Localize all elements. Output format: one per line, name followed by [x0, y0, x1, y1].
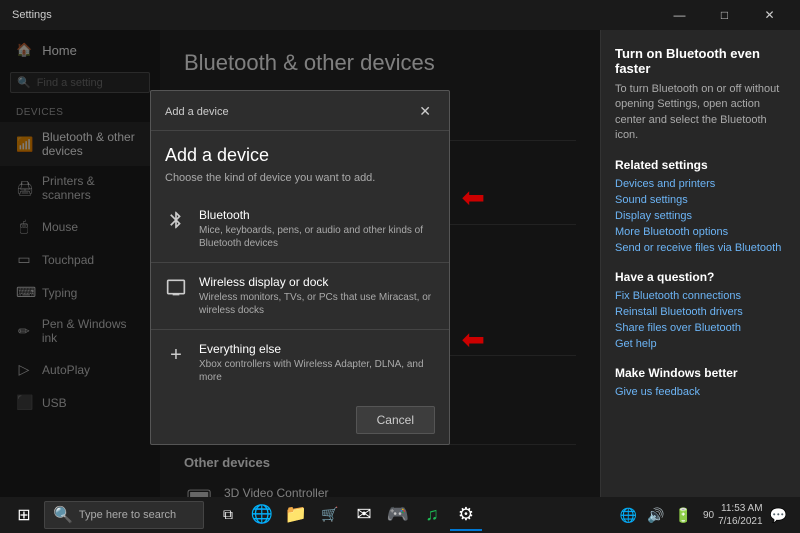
taskbar-battery-icon[interactable]: 🔋 [672, 507, 695, 524]
link-give-feedback[interactable]: Give us feedback [615, 386, 786, 398]
modal-option-wireless-title: Wireless display or dock [199, 275, 435, 289]
taskbar-app-edge[interactable]: 🌐 [246, 499, 278, 531]
maximize-button[interactable]: □ [702, 0, 747, 30]
taskbar-app-explorer[interactable]: 📁 [280, 499, 312, 531]
taskbar-volume-pct: 90 [703, 510, 714, 521]
related-settings-title: Related settings [615, 158, 786, 172]
right-panel: Turn on Bluetooth even faster To turn Bl… [600, 30, 800, 533]
taskbar-volume-icon[interactable]: 🔊 [644, 507, 667, 524]
modal-option-everything-title: Everything else [199, 342, 435, 356]
modal-option-wireless-desc: Wireless monitors, TVs, or PCs that use … [199, 291, 435, 317]
link-display-settings[interactable]: Display settings [615, 210, 786, 222]
right-panel-heading: Turn on Bluetooth even faster [615, 46, 786, 76]
taskbar-app-settings[interactable]: ⚙ [450, 499, 482, 531]
taskbar-search-icon: 🔍 [53, 505, 73, 525]
link-sound-settings[interactable]: Sound settings [615, 194, 786, 206]
start-button[interactable]: ⊞ [4, 497, 44, 533]
modal-header: Add a device ✕ [151, 91, 449, 131]
modal-title: Add a device [151, 131, 449, 172]
taskbar-app-spotify[interactable]: ♫ [416, 499, 448, 531]
taskbar-system-icons: 🌐 🔊 🔋 90 11:53 AM 7/16/2021 💬 [617, 502, 796, 528]
add-device-modal: Add a device ✕ Add a device Choose the k… [150, 90, 450, 445]
link-reinstall-drivers[interactable]: Reinstall Bluetooth drivers [615, 306, 786, 318]
bluetooth-option-icon [165, 210, 187, 235]
link-get-help[interactable]: Get help [615, 338, 786, 350]
minimize-button[interactable]: — [657, 0, 702, 30]
modal-option-bluetooth[interactable]: Bluetooth Mice, keyboards, pens, or audi… [151, 196, 449, 262]
modal-footer: Cancel [151, 396, 449, 444]
modal-option-everything-texts: Everything else Xbox controllers with Wi… [199, 342, 435, 384]
taskbar-clock[interactable]: 11:53 AM 7/16/2021 [718, 502, 763, 528]
right-panel-desc: To turn Bluetooth on or off without open… [615, 82, 786, 144]
taskbar-app-taskview[interactable]: ⧉ [212, 499, 244, 531]
link-more-bluetooth[interactable]: More Bluetooth options [615, 226, 786, 238]
taskbar-time-display: 11:53 AM [718, 502, 763, 515]
modal-header-text: Add a device [165, 106, 229, 118]
taskbar-notification-icon[interactable]: 💬 [767, 507, 790, 524]
title-bar: Settings — □ ✕ [0, 0, 800, 30]
link-fix-bluetooth[interactable]: Fix Bluetooth connections [615, 290, 786, 302]
cancel-button[interactable]: Cancel [356, 406, 435, 434]
taskbar-apps: ⧉ 🌐 📁 🛒 ✉ 🎮 ♫ ⚙ [212, 499, 482, 531]
modal-overlay: Add a device ✕ Add a device Choose the k… [0, 30, 600, 497]
modal-option-wireless-texts: Wireless display or dock Wireless monito… [199, 275, 435, 317]
modal-option-everything-desc: Xbox controllers with Wireless Adapter, … [199, 358, 435, 384]
have-question-title: Have a question? [615, 270, 786, 284]
modal-subtitle: Choose the kind of device you want to ad… [151, 172, 449, 196]
taskbar-search-box[interactable]: 🔍 Type here to search [44, 501, 204, 529]
modal-close-button[interactable]: ✕ [415, 101, 435, 122]
red-arrow-everything: ⬅ [462, 323, 485, 356]
wireless-option-icon [165, 277, 187, 302]
modal-option-bluetooth-desc: Mice, keyboards, pens, or audio and othe… [199, 224, 435, 250]
taskbar-network-icon[interactable]: 🌐 [617, 507, 640, 524]
red-arrow-bluetooth: ⬅ [462, 181, 485, 214]
taskbar-app-mail[interactable]: ✉ [348, 499, 380, 531]
everything-option-icon: + [165, 344, 187, 367]
link-devices-printers[interactable]: Devices and printers [615, 178, 786, 190]
taskbar-app-store[interactable]: 🛒 [314, 499, 346, 531]
modal-option-wireless[interactable]: Wireless display or dock Wireless monito… [151, 263, 449, 329]
title-bar-controls: — □ ✕ [657, 0, 792, 30]
link-share-files[interactable]: Share files over Bluetooth [615, 322, 786, 334]
modal-option-bluetooth-title: Bluetooth [199, 208, 435, 222]
title-bar-title: Settings [12, 9, 52, 21]
modal-option-everything[interactable]: + Everything else Xbox controllers with … [151, 330, 449, 396]
make-windows-better-title: Make Windows better [615, 366, 786, 380]
close-button[interactable]: ✕ [747, 0, 792, 30]
taskbar-date-display: 7/16/2021 [718, 515, 763, 528]
taskbar-app-xbox[interactable]: 🎮 [382, 499, 414, 531]
modal-option-bluetooth-texts: Bluetooth Mice, keyboards, pens, or audi… [199, 208, 435, 250]
taskbar-search-text: Type here to search [79, 509, 176, 521]
taskbar: ⊞ 🔍 Type here to search ⧉ 🌐 📁 🛒 ✉ 🎮 ♫ ⚙ … [0, 497, 800, 533]
link-send-receive[interactable]: Send or receive files via Bluetooth [615, 242, 786, 254]
windows-icon: ⊞ [17, 505, 30, 525]
